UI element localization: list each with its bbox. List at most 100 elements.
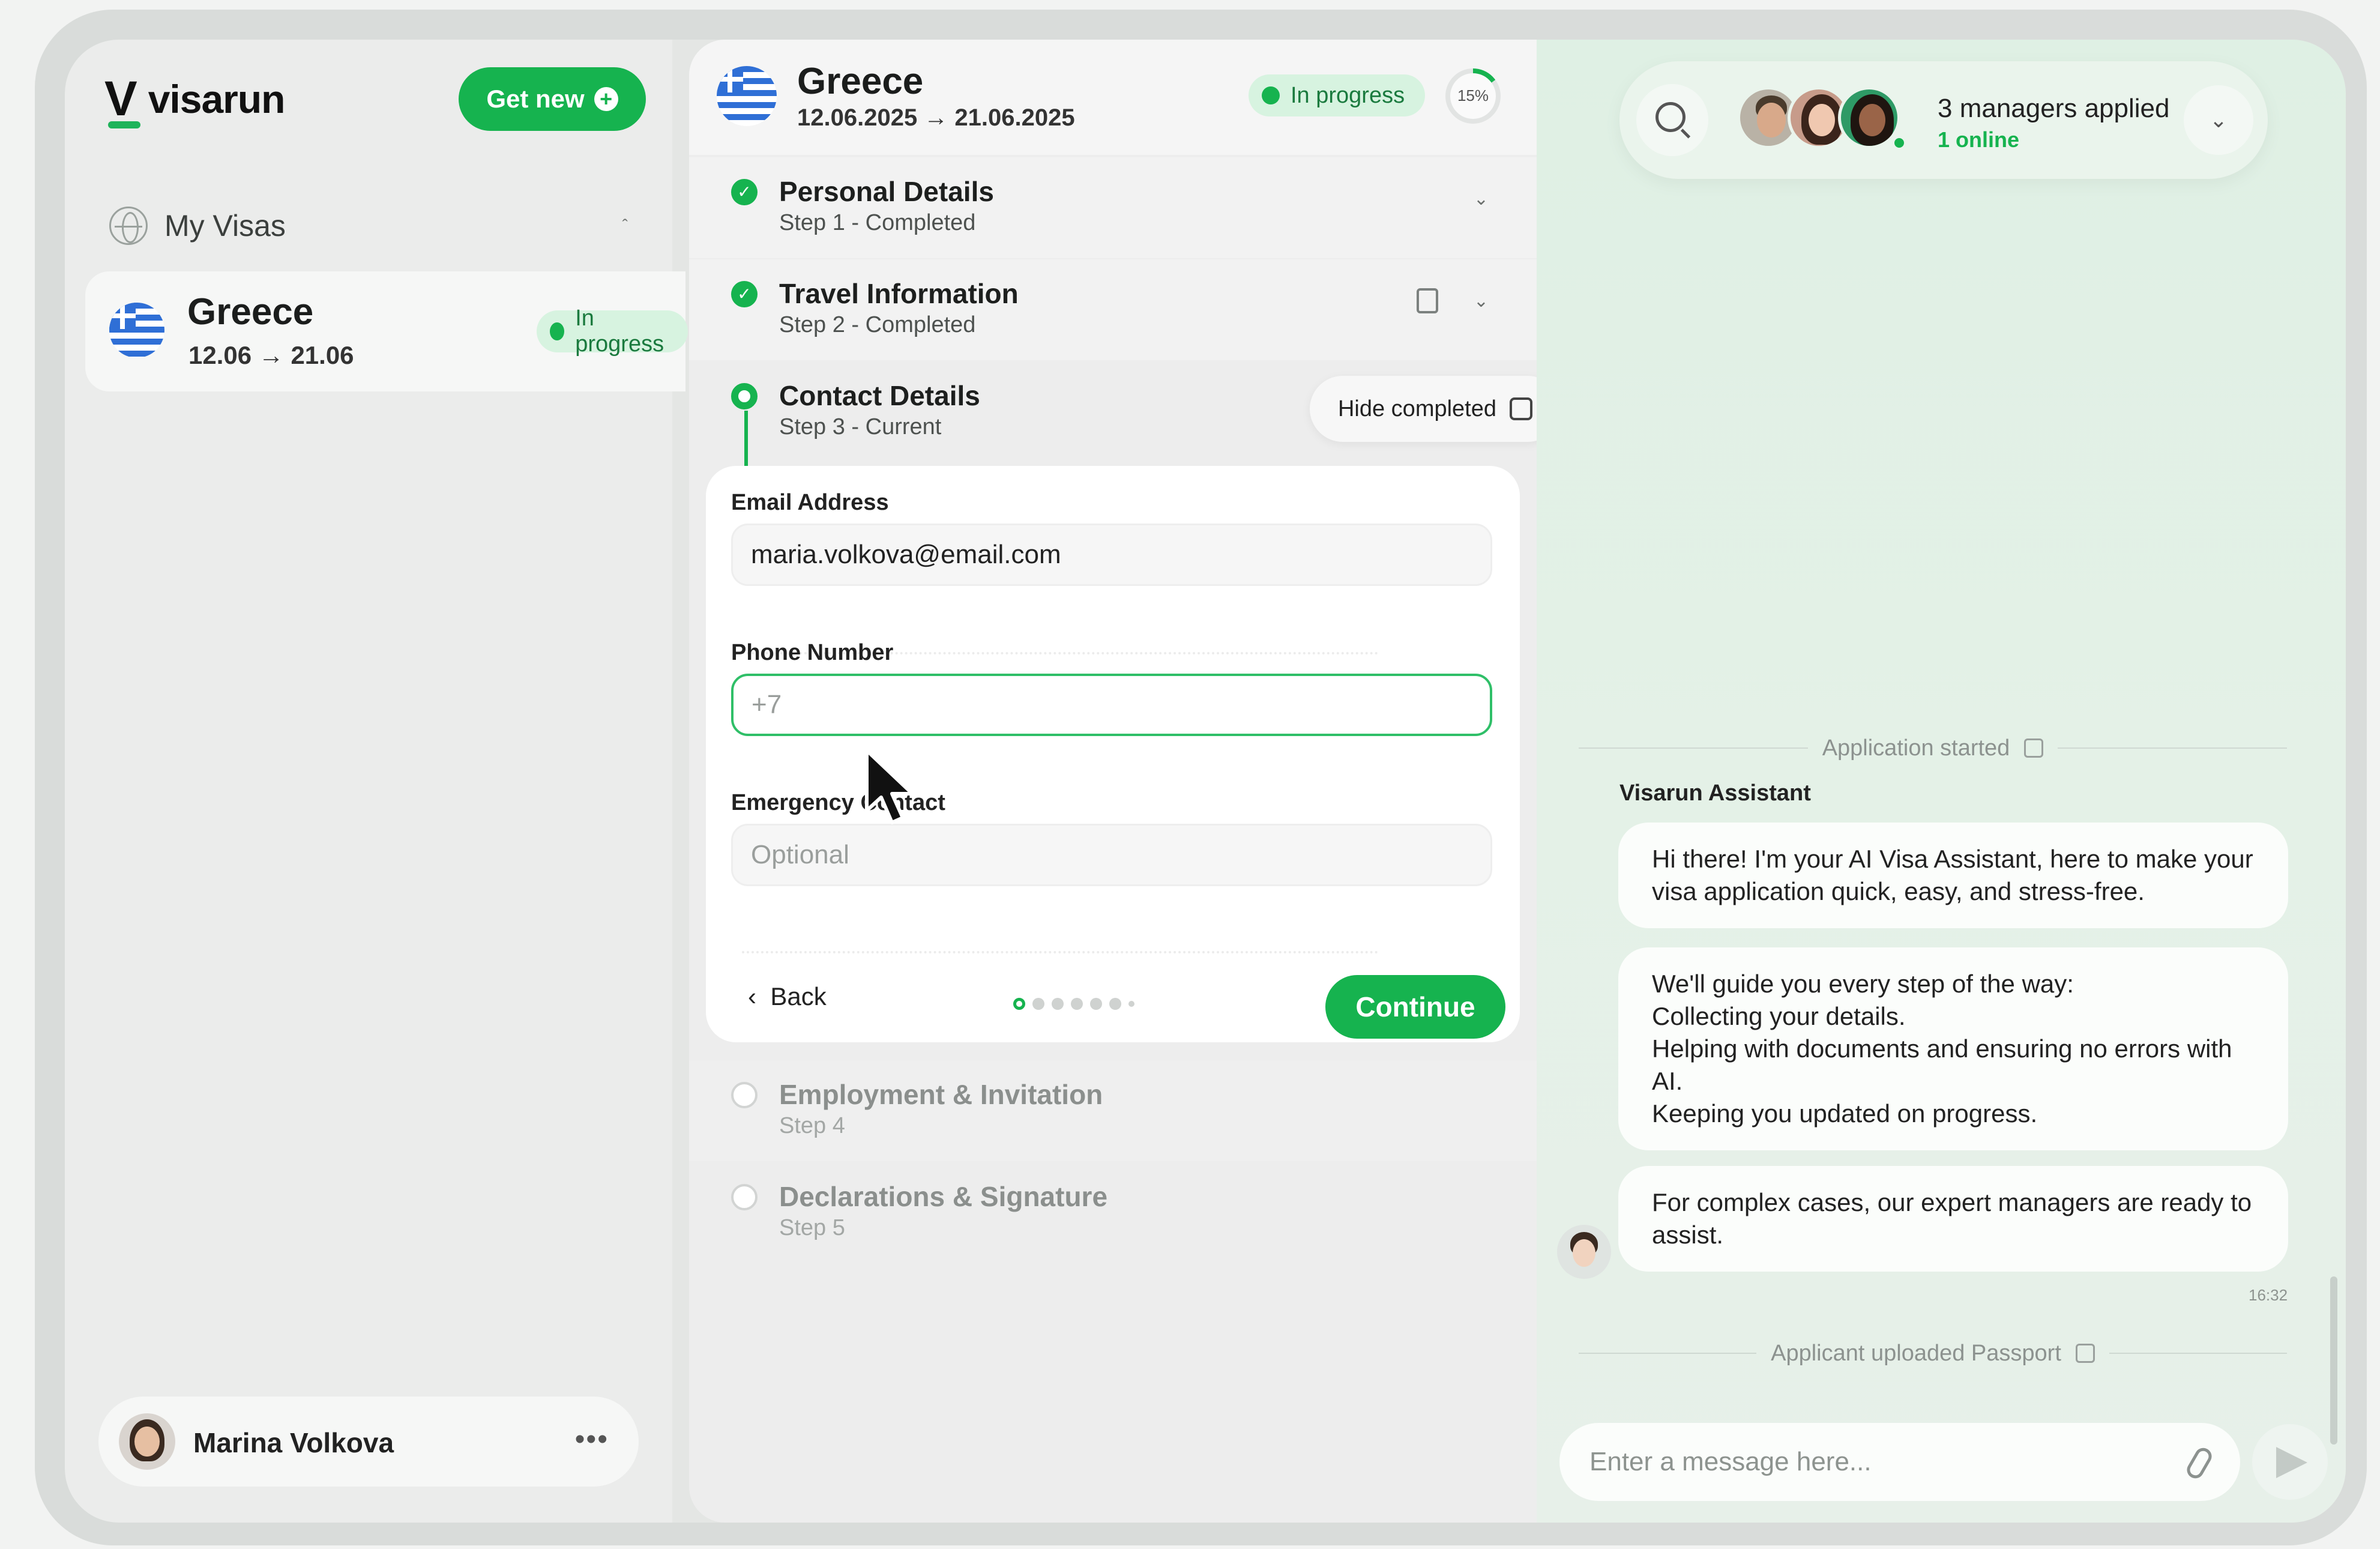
emergency-contact-input[interactable]: Optional — [731, 824, 1492, 886]
send-icon — [2276, 1447, 2307, 1478]
continue-button[interactable]: Continue — [1325, 975, 1505, 1039]
application-dates: 12.06.2025 → 21.06.2025 — [797, 104, 1075, 131]
pager-dot — [1071, 998, 1083, 1010]
more-icon[interactable]: ••• — [575, 1423, 609, 1456]
event-text: Application started — [1822, 735, 2010, 761]
step-personal-details[interactable]: ✓ Personal Details Step 1 - Completed ⌄ — [689, 157, 1537, 258]
step-subtitle: Step 4 — [779, 1113, 845, 1138]
hide-icon — [1510, 397, 1533, 420]
visa-list-item-greece[interactable]: Greece 12.06 → 21.06 In progress — [85, 271, 688, 391]
user-avatar — [119, 1413, 175, 1470]
globe-icon — [109, 207, 148, 245]
get-new-button[interactable]: Get new + — [459, 67, 646, 131]
application-panel: Greece 12.06.2025 → 21.06.2025 In progre… — [689, 40, 1537, 1523]
visa-dates: 12.06 → 21.06 — [188, 341, 354, 369]
logo[interactable]: V visarun — [104, 71, 286, 128]
document-icon[interactable] — [1417, 288, 1438, 313]
step-declarations-signature[interactable]: Declarations & Signature Step 5 — [689, 1162, 1537, 1263]
event-icon — [2024, 738, 2044, 758]
managers-expand-button[interactable]: ⌄ — [2184, 85, 2253, 155]
status-badge: In progress — [537, 306, 688, 357]
manager-avatars[interactable] — [1737, 86, 1917, 152]
phone-number-input[interactable]: +7 — [731, 674, 1492, 736]
step-subtitle: Step 2 - Completed — [779, 312, 976, 337]
search-icon — [1655, 102, 1686, 132]
step-pager — [1013, 998, 1134, 1010]
chevron-down-icon[interactable]: ⌄ — [1474, 291, 1489, 312]
status-text: In progress — [1291, 82, 1405, 108]
check-icon: ✓ — [731, 179, 758, 205]
status-dot — [550, 322, 565, 340]
status-dot — [1262, 86, 1280, 104]
step-subtitle: Step 3 - Current — [779, 414, 942, 439]
step-employment-invitation[interactable]: Employment & Invitation Step 4 — [689, 1060, 1537, 1161]
chat-scrollbar[interactable] — [2330, 1276, 2337, 1445]
email-field[interactable]: maria.volkova@email.com — [731, 524, 1492, 586]
pager-dot — [1032, 998, 1044, 1010]
logo-mark: V — [104, 71, 140, 128]
logo-text: visarun — [148, 77, 286, 121]
my-visas-label: My Visas — [164, 209, 286, 243]
progress-label: 15% — [1457, 86, 1489, 104]
visa-country: Greece — [187, 291, 314, 333]
event-application-started: Application started — [1579, 730, 2287, 766]
chat-message: For complex cases, our expert managers a… — [1618, 1166, 2288, 1272]
chat-panel: 3 managers applied 1 online ⌄ Applicatio… — [1537, 40, 2346, 1523]
chat-message: We'll guide you every step of the way: C… — [1618, 947, 2288, 1150]
event-icon — [2075, 1344, 2095, 1363]
sidebar: V visarun Get new + My Visas ˆ Greece 12… — [65, 40, 688, 1523]
assistant-name: Visarun Assistant — [1619, 781, 1811, 806]
chevron-down-icon[interactable]: ⌄ — [1474, 189, 1489, 210]
my-visas-section-toggle[interactable]: My Visas ˆ — [109, 202, 649, 250]
pager-dot-active — [1013, 998, 1025, 1010]
step-subtitle: Step 5 — [779, 1215, 845, 1240]
search-button[interactable] — [1636, 84, 1708, 156]
step-title: Employment & Invitation — [779, 1079, 1103, 1110]
progress-ring: 15% — [1445, 68, 1501, 124]
manager-avatar — [1838, 86, 1900, 149]
step-title: Contact Details — [779, 380, 980, 411]
step-subtitle: Step 1 - Completed — [779, 210, 976, 235]
assistant-avatar — [1557, 1225, 1611, 1279]
email-label: Email Address — [731, 490, 889, 515]
get-new-label: Get new — [486, 85, 585, 113]
plus-icon: + — [594, 87, 618, 111]
hide-completed-button[interactable]: Hide completed — [1310, 376, 1537, 442]
greece-flag-icon — [717, 66, 777, 126]
chevron-up-icon: ˆ — [622, 216, 628, 235]
step-contact-details: Contact Details Step 3 - Current Hide co… — [689, 361, 1537, 462]
divider — [742, 951, 1378, 953]
user-name: Marina Volkova — [193, 1427, 394, 1458]
phone-label: Phone Number — [731, 640, 894, 665]
contact-details-form: Email Address maria.volkova@email.com Ph… — [706, 466, 1520, 1042]
step-travel-information[interactable]: ✓ Travel Information Step 2 - Completed … — [689, 259, 1537, 360]
event-passport-uploaded: Applicant uploaded Passport — [1579, 1335, 2287, 1371]
step-title: Personal Details — [779, 176, 994, 207]
application-country: Greece — [797, 61, 924, 102]
step-title: Travel Information — [779, 278, 1019, 309]
application-header: Greece 12.06.2025 → 21.06.2025 In progre… — [689, 40, 1537, 155]
pager-dot — [1128, 1001, 1134, 1007]
status-text: In progress — [575, 306, 664, 357]
pager-dot — [1109, 998, 1121, 1010]
managers-bar: 3 managers applied 1 online ⌄ — [1619, 61, 2268, 179]
pager-dot — [1052, 998, 1064, 1010]
current-step-icon — [731, 383, 758, 409]
pending-step-icon — [731, 1082, 758, 1108]
step-title: Declarations & Signature — [779, 1181, 1108, 1212]
status-badge: In progress — [1249, 74, 1426, 116]
message-input[interactable] — [1559, 1423, 2240, 1501]
back-label: Back — [770, 982, 827, 1010]
send-button[interactable] — [2252, 1424, 2328, 1500]
user-profile-card[interactable]: Marina Volkova ••• — [98, 1397, 639, 1487]
pager-dot — [1090, 998, 1102, 1010]
message-timestamp: 16:32 — [2249, 1286, 2288, 1304]
online-indicator — [1892, 136, 1906, 150]
check-icon: ✓ — [731, 281, 758, 307]
managers-online: 1 online — [1938, 127, 2020, 152]
app-window: V visarun Get new + My Visas ˆ Greece 12… — [65, 40, 2346, 1523]
event-text: Applicant uploaded Passport — [1771, 1340, 2061, 1366]
back-button[interactable]: ‹ Back — [748, 982, 827, 1011]
chat-message: Hi there! I'm your AI Visa Assistant, he… — [1618, 823, 2288, 928]
greece-flag-icon — [109, 303, 164, 358]
